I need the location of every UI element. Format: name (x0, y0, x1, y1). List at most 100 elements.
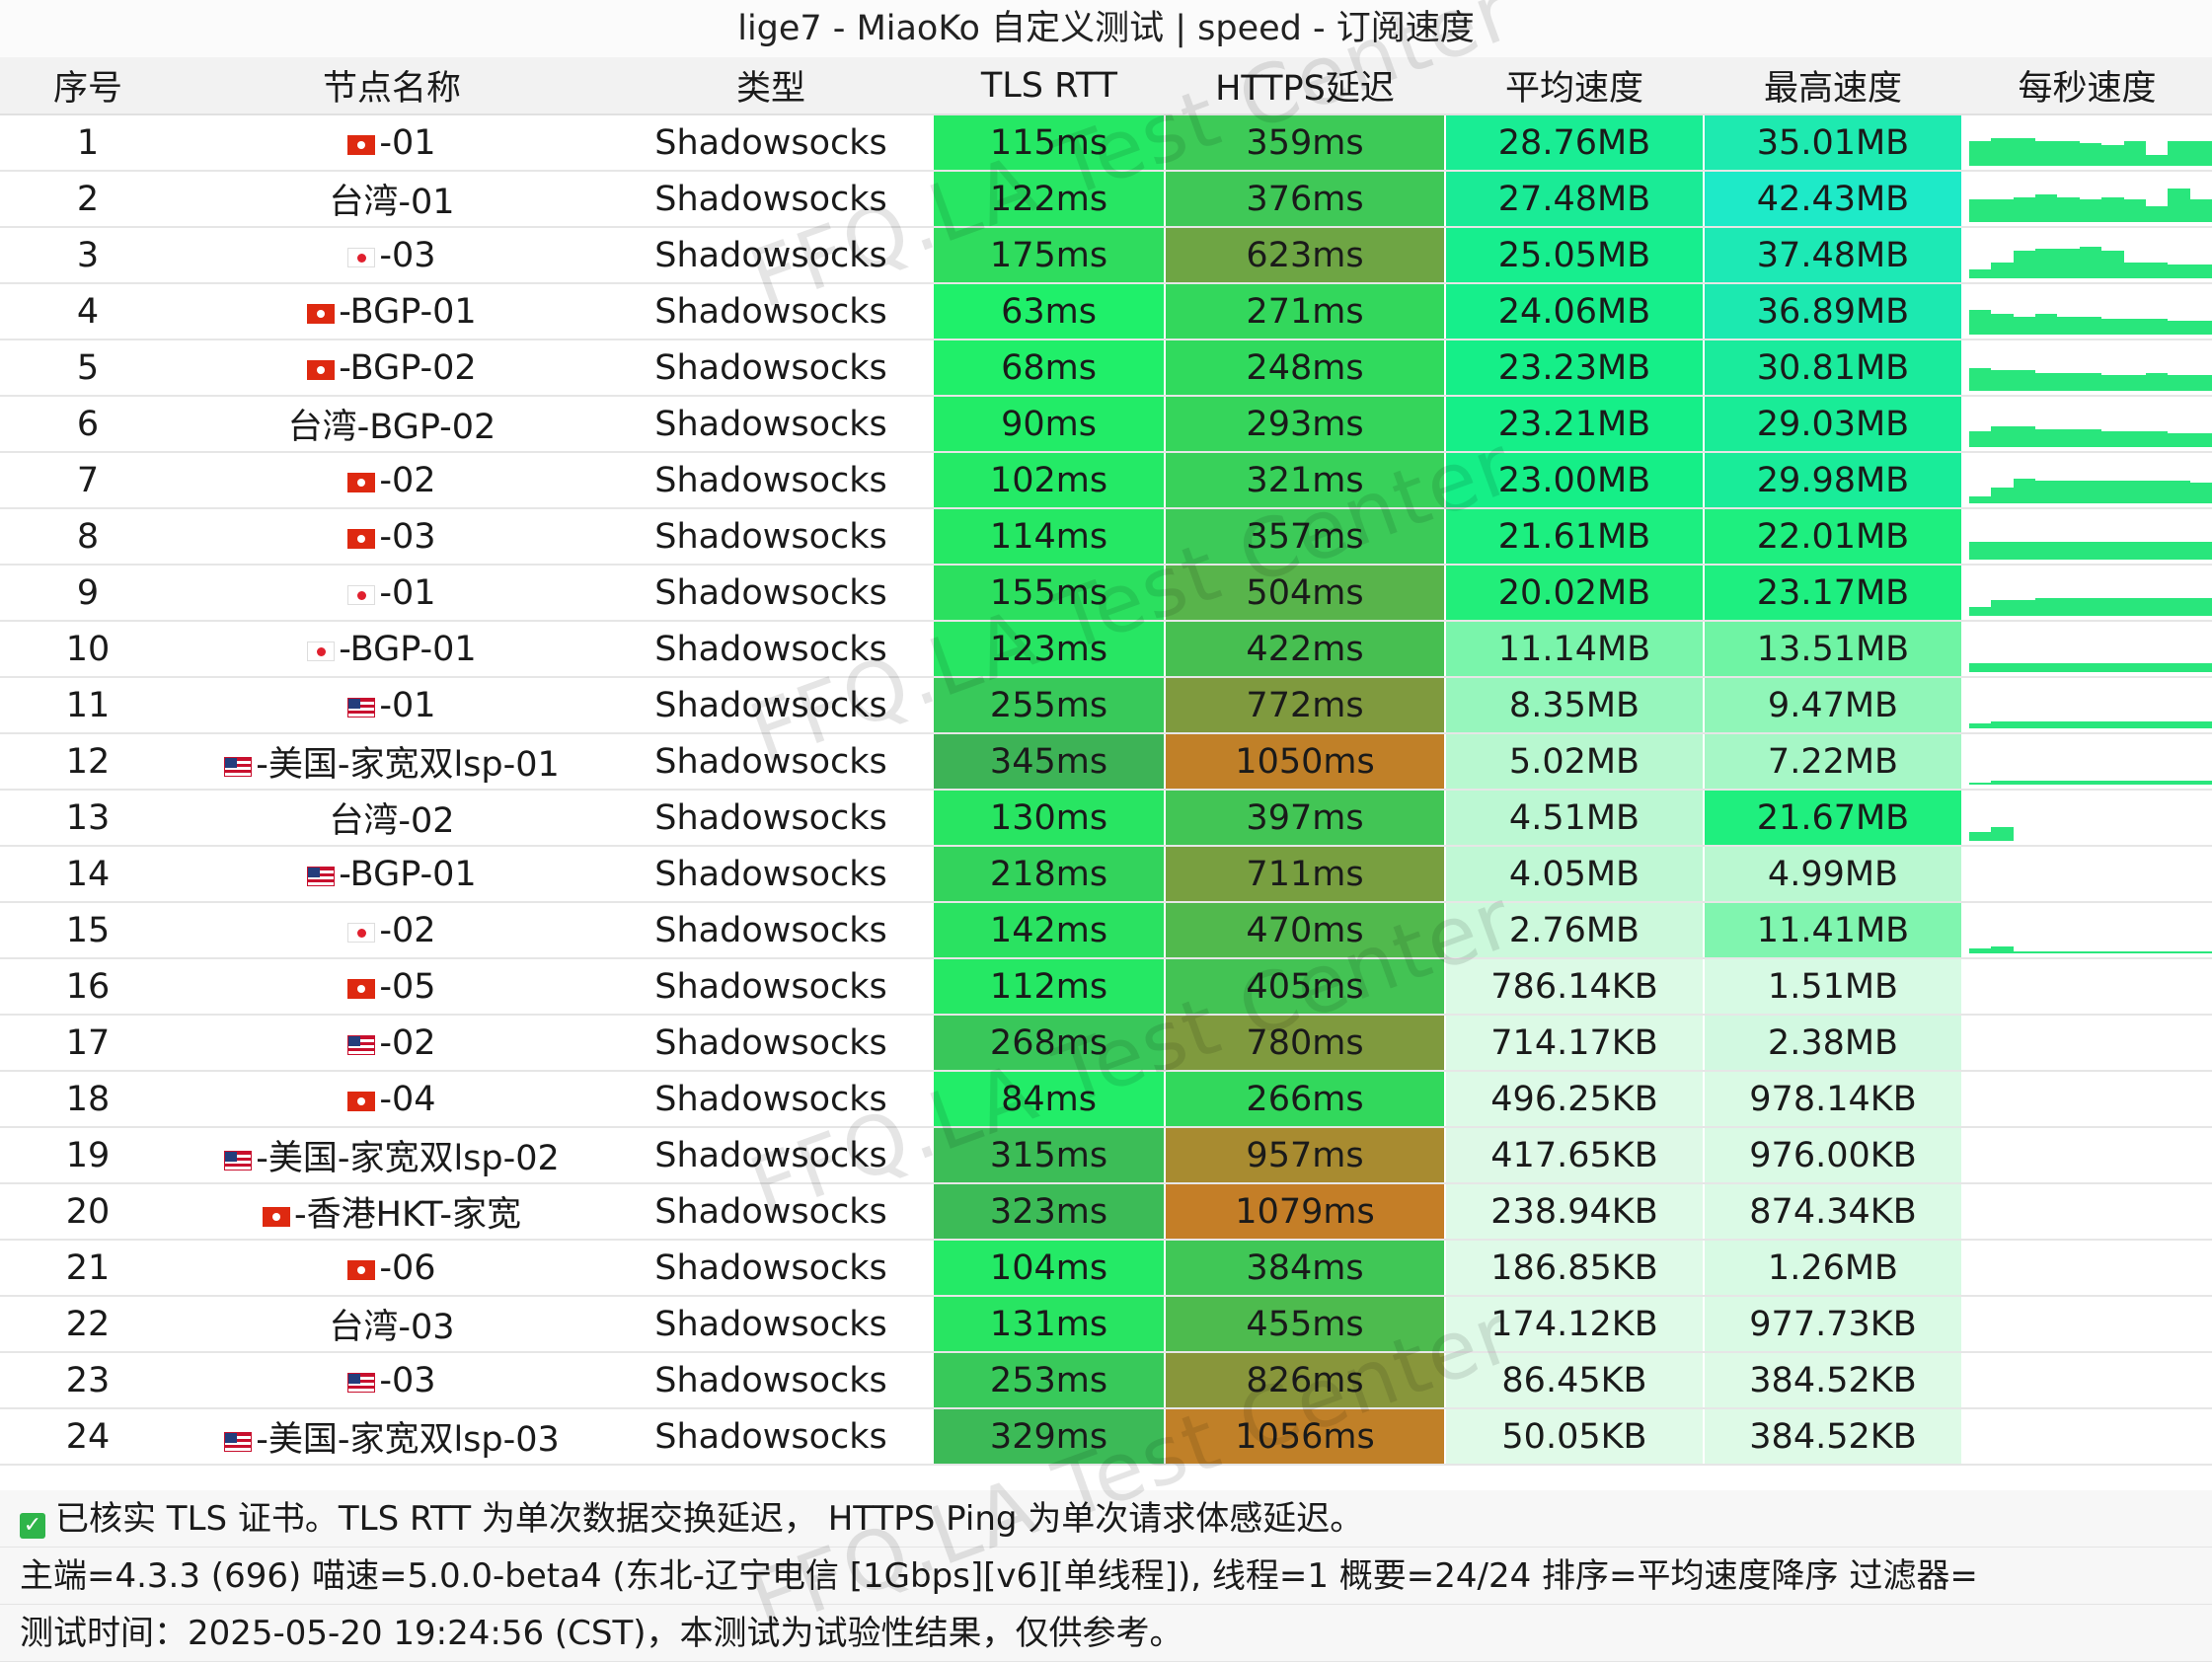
sparkline-bar (2168, 597, 2190, 616)
sparkline-bar (2168, 264, 2190, 278)
sparkline-bar (2101, 430, 2124, 447)
https-latency-value: 422ms (1165, 621, 1446, 678)
tls-rtt-value: 112ms (934, 958, 1166, 1016)
node-name-label: -06 (379, 1247, 436, 1288)
https-latency-value: 384ms (1165, 1240, 1446, 1297)
tls-rtt-value: 345ms (934, 733, 1166, 791)
node-name: 台湾-01 (176, 171, 608, 228)
sparkline-bar (1969, 606, 1992, 616)
tls-rtt-value: 123ms (934, 621, 1166, 678)
sparkline-bar (1969, 368, 1992, 391)
max-speed-value: 30.81MB (1704, 340, 1963, 397)
row-index: 8 (0, 508, 176, 566)
sparkline-bar (2101, 374, 2124, 391)
hk-flag-icon (307, 359, 336, 380)
table-row: 16 -05 Shadowsocks 112ms 405ms 786.14KB 1.51MB (0, 958, 2212, 1016)
table-row: 17 -02 Shadowsocks 268ms 780ms 714.17KB 2.38MB (0, 1015, 2212, 1072)
node-type: Shadowsocks (608, 114, 934, 172)
node-name-label: -BGP-01 (339, 629, 477, 669)
table-row: 10 -BGP-01 Shadowsocks 123ms 422ms 11.14MB 13.… (0, 621, 2212, 678)
node-name-label: -美国-家宽双lsp-02 (256, 1139, 560, 1178)
sparkline-bar (1969, 541, 1992, 560)
avg-speed-value: 23.23MB (1445, 340, 1705, 397)
sparkline-bar (2079, 316, 2102, 335)
avg-speed-value: 11.14MB (1445, 621, 1705, 678)
speed-sparkline (1962, 1408, 2212, 1466)
node-name-label: -03 (379, 1360, 436, 1400)
sparkline-bar (2101, 721, 2124, 728)
node-name: 台湾-02 (176, 790, 608, 847)
sparkline-bar (2013, 196, 2036, 222)
sparkline-bar (1969, 662, 1992, 672)
https-latency-value: 397ms (1165, 790, 1446, 847)
node-type: Shadowsocks (608, 1015, 934, 1072)
tls-rtt-value: 90ms (934, 396, 1166, 453)
sparkline-bar (2101, 196, 2124, 222)
table-row: 8 -03 Shadowsocks 114ms 357ms 21.61MB 22.01MB (0, 508, 2212, 566)
sparkline-bar (1991, 599, 2014, 616)
avg-speed-value: 27.48MB (1445, 171, 1705, 228)
https-latency-value: 357ms (1165, 508, 1446, 566)
sparkline-bar (2079, 950, 2102, 953)
sparkline-bar (2123, 318, 2146, 335)
col-header-type: 类型 (608, 57, 934, 115)
node-name-label: -02 (379, 460, 436, 500)
sparkline-bar (2035, 481, 2058, 503)
footer-line-3: 测试时间：2025-05-20 19:24:56 (CST)，本测试为试验性结果… (20, 1614, 1183, 1653)
sparkline-bar (2079, 199, 2102, 222)
sparkline-bar (1969, 430, 1992, 447)
node-type: Shadowsocks (608, 508, 934, 566)
sparkline-bar (2057, 597, 2080, 616)
sparkline-bar (1969, 723, 1992, 728)
sparkline-bar (2145, 950, 2169, 953)
node-name-label: -02 (379, 1022, 436, 1063)
sparkline-bar (1991, 314, 2014, 335)
row-index: 14 (0, 846, 176, 903)
sparkline-bar (2057, 140, 2080, 166)
node-name-label: -02 (379, 910, 436, 950)
sparkline-bar (2035, 950, 2058, 953)
avg-speed-value: 23.21MB (1445, 396, 1705, 453)
sparkline-bar (2057, 781, 2080, 785)
sparkline-bar (2101, 481, 2124, 503)
sparkline-bar (2013, 950, 2036, 953)
node-type: Shadowsocks (608, 1071, 934, 1128)
max-speed-value: 977.73KB (1704, 1296, 1963, 1353)
https-latency-value: 772ms (1165, 677, 1446, 734)
sparkline-bars (1969, 1246, 2212, 1291)
us-flag-icon (347, 1034, 376, 1055)
table-row: 6 台湾-BGP-02 Shadowsocks 90ms 293ms 23.21MB 29.… (0, 396, 2212, 453)
sparkline-bar (2189, 264, 2212, 278)
node-name-label: -01 (379, 572, 436, 613)
row-index: 20 (0, 1183, 176, 1241)
sparkline-bars (1969, 1077, 2212, 1122)
sparkline-bar (2189, 433, 2212, 447)
results-table: 序号 节点名称 类型 TLS RTT HTTPS延迟 平均速度 最高速度 每秒速… (0, 57, 2212, 1466)
sparkline-bar (2057, 316, 2080, 335)
node-type: Shadowsocks (608, 790, 934, 847)
node-type: Shadowsocks (608, 846, 934, 903)
sparkline-bar (2079, 143, 2102, 166)
us-flag-icon (224, 1151, 253, 1171)
node-type: Shadowsocks (608, 733, 934, 791)
speed-sparkline (1962, 114, 2212, 172)
avg-speed-value: 2.76MB (1445, 902, 1705, 959)
speed-sparkline (1962, 1127, 2212, 1184)
sparkline-bar (2123, 541, 2146, 560)
node-name: -美国-家宽双lsp-02 (176, 1127, 608, 1184)
speed-sparkline (1962, 677, 2212, 734)
table-row: 9 -01 Shadowsocks 155ms 504ms 20.02MB 23.17MB (0, 565, 2212, 622)
node-name: -美国-家宽双lsp-01 (176, 733, 608, 791)
node-name-label: -BGP-01 (339, 854, 477, 894)
node-name: -04 (176, 1071, 608, 1128)
node-type: Shadowsocks (608, 621, 934, 678)
avg-speed-value: 786.14KB (1445, 958, 1705, 1016)
sparkline-bar (1991, 827, 2014, 841)
sparkline-bar (2057, 950, 2080, 953)
row-index: 13 (0, 790, 176, 847)
tls-rtt-value: 68ms (934, 340, 1166, 397)
sparkline-bars (1969, 345, 2212, 391)
speed-sparkline (1962, 1183, 2212, 1241)
sparkline-bars (1969, 1020, 2212, 1066)
max-speed-value: 22.01MB (1704, 508, 1963, 566)
